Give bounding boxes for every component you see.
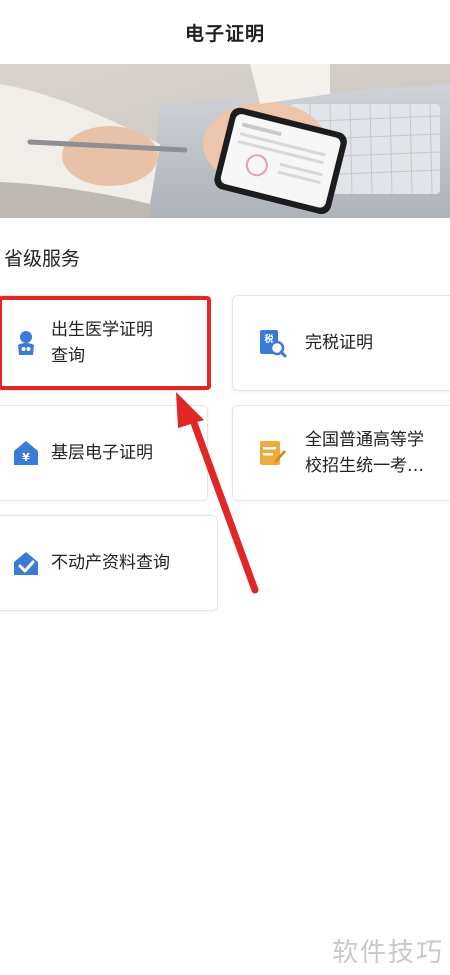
service-card-birth-certificate[interactable]: 出生医学证明 查询 bbox=[0, 295, 208, 391]
section-title: 省级服务 bbox=[4, 248, 81, 270]
service-card-college-entrance-exam[interactable]: 全国普通高等学 校招生统一考… bbox=[232, 405, 450, 501]
service-label: 基层电子证明 bbox=[51, 443, 153, 463]
service-card-real-estate[interactable]: 不动产资料查询 bbox=[0, 515, 218, 611]
tax-certificate-icon: 税 bbox=[260, 330, 287, 358]
service-label: 完税证明 bbox=[305, 333, 373, 353]
top-bar: 电子证明 bbox=[0, 0, 450, 64]
banner-image[interactable] bbox=[0, 64, 450, 218]
svg-text:¥: ¥ bbox=[22, 451, 30, 464]
grassroots-certificate-icon: ¥ bbox=[14, 441, 38, 465]
real-estate-check-icon bbox=[14, 552, 38, 575]
service-card-grassroots-certificate[interactable]: ¥ 基层电子证明 bbox=[0, 405, 208, 501]
service-card-tax-certificate[interactable]: 税 完税证明 bbox=[232, 295, 450, 391]
exam-edit-icon bbox=[260, 441, 286, 465]
service-label: 不动产资料查询 bbox=[51, 553, 170, 573]
baby-icon bbox=[18, 331, 34, 355]
banner-photo-illustration bbox=[0, 64, 450, 218]
page-title: 电子证明 bbox=[184, 22, 265, 45]
service-label: 出生医学证明 查询 bbox=[51, 320, 153, 366]
watermark-text: 软件技巧 bbox=[331, 938, 444, 968]
service-label: 全国普通高等学 校招生统一考… bbox=[305, 430, 424, 476]
